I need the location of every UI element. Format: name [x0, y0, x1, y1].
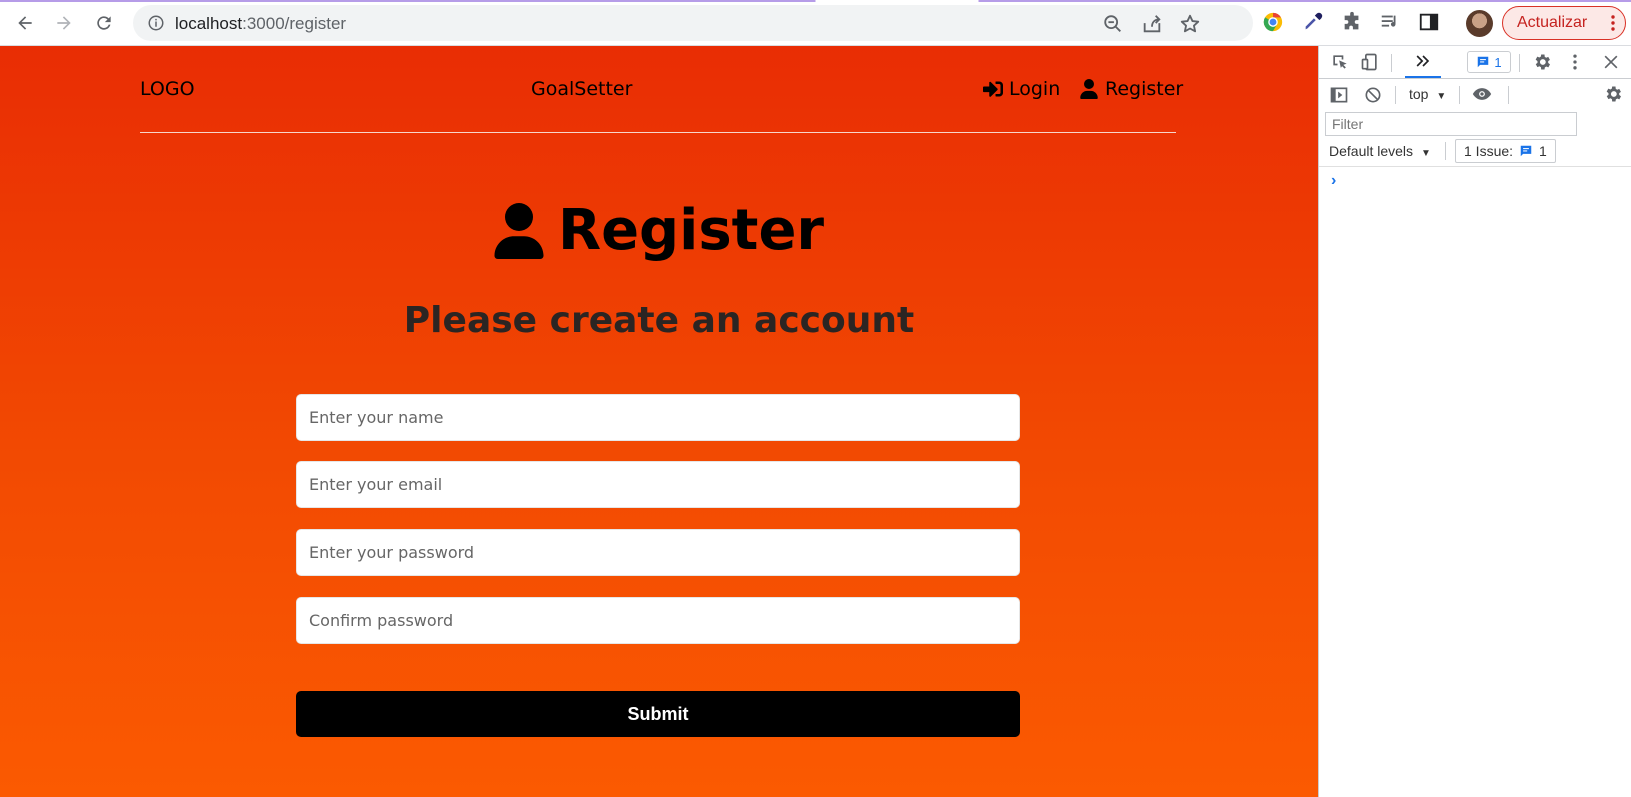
- page-subtitle: Please create an account: [403, 300, 915, 341]
- kebab-menu-icon[interactable]: [1564, 51, 1586, 73]
- tab-strip-accent: [0, 0, 1631, 2]
- profile-avatar[interactable]: [1466, 10, 1493, 37]
- address-bar[interactable]: localhost:3000/register: [133, 5, 1253, 41]
- register-link[interactable]: Register: [1079, 78, 1183, 100]
- update-button[interactable]: Actualizar: [1502, 6, 1626, 40]
- settings-gear-icon[interactable]: [1531, 51, 1553, 73]
- logo-link[interactable]: LOGO: [140, 78, 195, 100]
- toolbar-separator: [1391, 54, 1392, 72]
- reload-button[interactable]: [89, 8, 119, 38]
- user-icon: [1080, 79, 1098, 99]
- close-icon[interactable]: [1600, 51, 1622, 73]
- browser-toolbar: localhost:3000/register Actualizar: [0, 0, 1631, 46]
- inspect-element-icon[interactable]: [1329, 51, 1351, 73]
- url-path: :3000/register: [242, 14, 347, 33]
- forward-button[interactable]: [49, 8, 79, 38]
- email-input[interactable]: [296, 461, 1020, 508]
- context-label: top: [1409, 86, 1429, 102]
- side-panel-icon[interactable]: [1417, 10, 1441, 34]
- console-prompt[interactable]: ›: [1331, 172, 1336, 190]
- user-icon: [494, 202, 544, 259]
- update-button-label: Actualizar: [1517, 14, 1588, 31]
- eyedropper-extension-icon[interactable]: [1301, 10, 1325, 34]
- back-button[interactable]: [10, 8, 40, 38]
- context-selector[interactable]: top ▼: [1409, 86, 1446, 102]
- device-toolbar-icon[interactable]: [1359, 51, 1381, 73]
- issues-badge-button[interactable]: 1: [1467, 51, 1511, 73]
- star-icon[interactable]: [1179, 13, 1201, 35]
- password-input[interactable]: [296, 529, 1020, 576]
- page-viewport: LOGO GoalSetter Login Register Register …: [0, 46, 1318, 797]
- zoom-out-icon[interactable]: [1102, 13, 1124, 35]
- issues-count: 1: [1539, 143, 1547, 159]
- toolbar-separator: [1445, 142, 1446, 160]
- page-heading: Register: [0, 198, 1318, 263]
- toolbar-separator: [1519, 54, 1520, 72]
- media-queue-icon[interactable]: [1378, 10, 1402, 34]
- login-label: Login: [1009, 78, 1061, 100]
- toolbar-separator: [1508, 86, 1509, 104]
- devtools-panel: 1 top ▼ Default levels ▼: [1318, 46, 1631, 797]
- login-link[interactable]: Login: [983, 78, 1060, 100]
- puzzle-icon[interactable]: [1340, 10, 1364, 34]
- devtools-main-toolbar: 1: [1319, 46, 1631, 79]
- issues-button[interactable]: 1 Issue: 1: [1455, 139, 1556, 163]
- register-label: Register: [1105, 78, 1184, 100]
- kebab-menu-icon: [1611, 15, 1615, 31]
- eye-icon[interactable]: [1471, 83, 1493, 105]
- toolbar-separator: [1459, 86, 1460, 104]
- dropdown-caret-icon: ▼: [1420, 148, 1431, 159]
- submit-button[interactable]: Submit: [296, 691, 1020, 737]
- arrow-right-icon: [57, 16, 71, 30]
- console-filter-input[interactable]: [1325, 112, 1577, 136]
- more-tabs-icon[interactable]: [1412, 50, 1434, 72]
- share-icon[interactable]: [1141, 13, 1163, 35]
- url-text: localhost:3000/register: [175, 14, 346, 34]
- chrome-extension-icon[interactable]: [1261, 10, 1285, 34]
- active-tab-indicator: [1405, 76, 1441, 78]
- message-icon: [1478, 56, 1489, 68]
- app-name: GoalSetter: [531, 78, 633, 100]
- dropdown-caret-icon: ▼: [1436, 91, 1447, 102]
- issues-badge-count: 1: [1494, 54, 1502, 70]
- url-host: localhost: [175, 14, 243, 33]
- page-title: Register: [557, 198, 825, 263]
- log-levels-label: Default levels: [1329, 143, 1414, 159]
- arrow-left-icon: [18, 16, 32, 30]
- site-header: LOGO GoalSetter Login Register: [140, 46, 1183, 133]
- issues-label: 1 Issue:: [1464, 143, 1514, 159]
- log-levels-dropdown[interactable]: Default levels ▼: [1329, 143, 1431, 159]
- reload-icon: [97, 16, 111, 30]
- message-icon: [1520, 145, 1532, 157]
- clear-console-icon[interactable]: [1362, 84, 1384, 106]
- info-icon[interactable]: [147, 14, 165, 32]
- sign-in-icon: [983, 81, 1003, 97]
- toolbar-separator: [1395, 86, 1396, 104]
- sidebar-toggle-icon[interactable]: [1328, 84, 1350, 106]
- name-input[interactable]: [296, 394, 1020, 441]
- console-divider: [1319, 166, 1631, 167]
- confirm-password-input[interactable]: [296, 597, 1020, 644]
- console-settings-icon[interactable]: [1602, 83, 1624, 105]
